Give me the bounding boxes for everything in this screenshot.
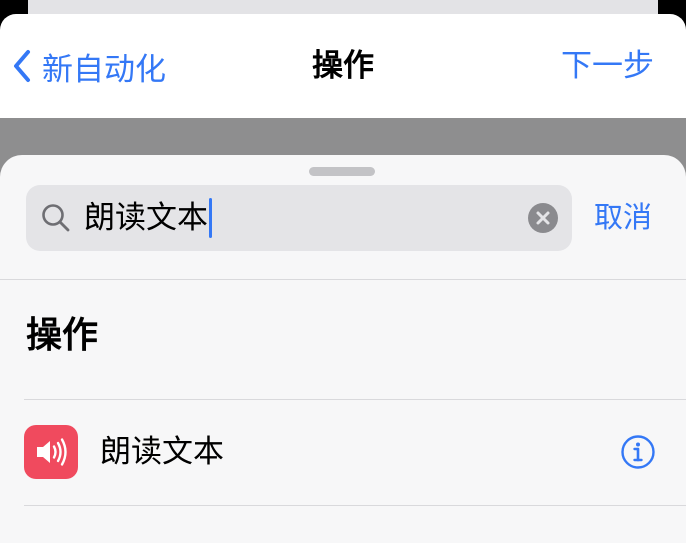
screen: 新自动化 操作 下一步 朗读文本 取消 操作 朗读文本 (0, 0, 686, 543)
action-label: 朗读文本 (100, 434, 224, 470)
search-input-text: 朗读文本 (84, 200, 208, 236)
navigation-bar: 新自动化 操作 下一步 (0, 14, 686, 118)
clear-x-icon (536, 211, 550, 225)
row-divider (24, 505, 686, 506)
speaker-icon (24, 425, 78, 479)
info-icon[interactable] (620, 434, 656, 470)
text-caret (209, 198, 212, 238)
sheet-grabber-handle[interactable] (309, 167, 375, 176)
clear-search-button[interactable] (528, 203, 558, 233)
search-input[interactable]: 朗读文本 (84, 197, 212, 239)
section-divider (24, 399, 686, 400)
action-sheet: 朗读文本 取消 操作 朗读文本 (0, 155, 686, 543)
search-field[interactable]: 朗读文本 (26, 185, 572, 251)
action-row-speak-text[interactable]: 朗读文本 (0, 401, 686, 505)
cancel-button[interactable]: 取消 (594, 197, 652, 237)
next-button[interactable]: 下一步 (561, 46, 654, 86)
search-icon (42, 204, 70, 232)
section-heading: 操作 (26, 315, 99, 356)
search-divider (0, 279, 686, 280)
